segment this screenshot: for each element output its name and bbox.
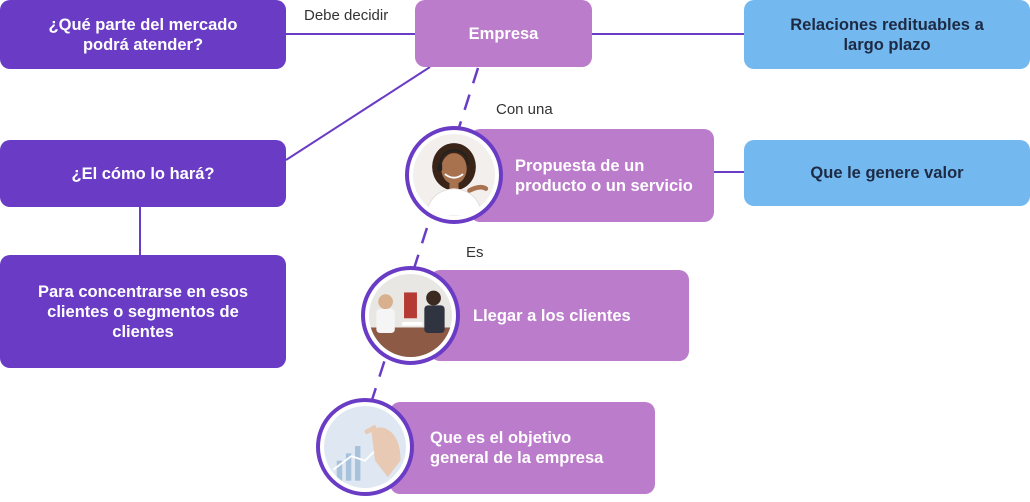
node-como: ¿El cómo lo hará? [0,140,286,207]
node-relaciones: Relaciones redituables a largo plazo [744,0,1030,69]
hand-chart-icon [324,406,406,488]
node-como-text: ¿El cómo lo hará? [71,164,215,183]
node-concentrarse-text: Para concentrarse en esos clientes o seg… [37,282,249,341]
label-con-una: Con una [494,101,555,118]
photo-woman-headset [405,126,503,224]
node-propuesta: Propuesta de un producto o un servicio [470,129,714,222]
node-propuesta-text: Propuesta de un producto o un servicio [515,156,693,195]
photo-business-meeting [361,266,460,365]
photo-hand-chart [316,398,414,496]
woman-headset-icon [413,134,495,216]
node-valor: Que le genere valor [744,140,1030,206]
label-debe-decidir: Debe decidir [302,7,391,24]
node-relaciones-text: Relaciones redituables a largo plazo [790,15,984,54]
node-llegar-text: Llegar a los clientes [473,306,631,325]
node-llegar: Llegar a los clientes [430,270,689,361]
business-meeting-icon [369,274,452,357]
node-empresa: Empresa [415,0,592,67]
connector-empresa-como [285,66,431,161]
node-empresa-text: Empresa [468,24,539,43]
label-es: Es [464,244,486,261]
node-objetivo: Que es el objetivo general de la empresa [390,402,655,494]
node-concentrarse: Para concentrarse en esos clientes o seg… [0,255,286,368]
node-valor-text: Que le genere valor [810,164,964,182]
node-mercado-text: ¿Qué parte del mercado podrá atender? [48,15,238,54]
node-objetivo-text: Que es el objetivo general de la empresa [430,429,604,467]
node-mercado: ¿Qué parte del mercado podrá atender? [0,0,286,69]
